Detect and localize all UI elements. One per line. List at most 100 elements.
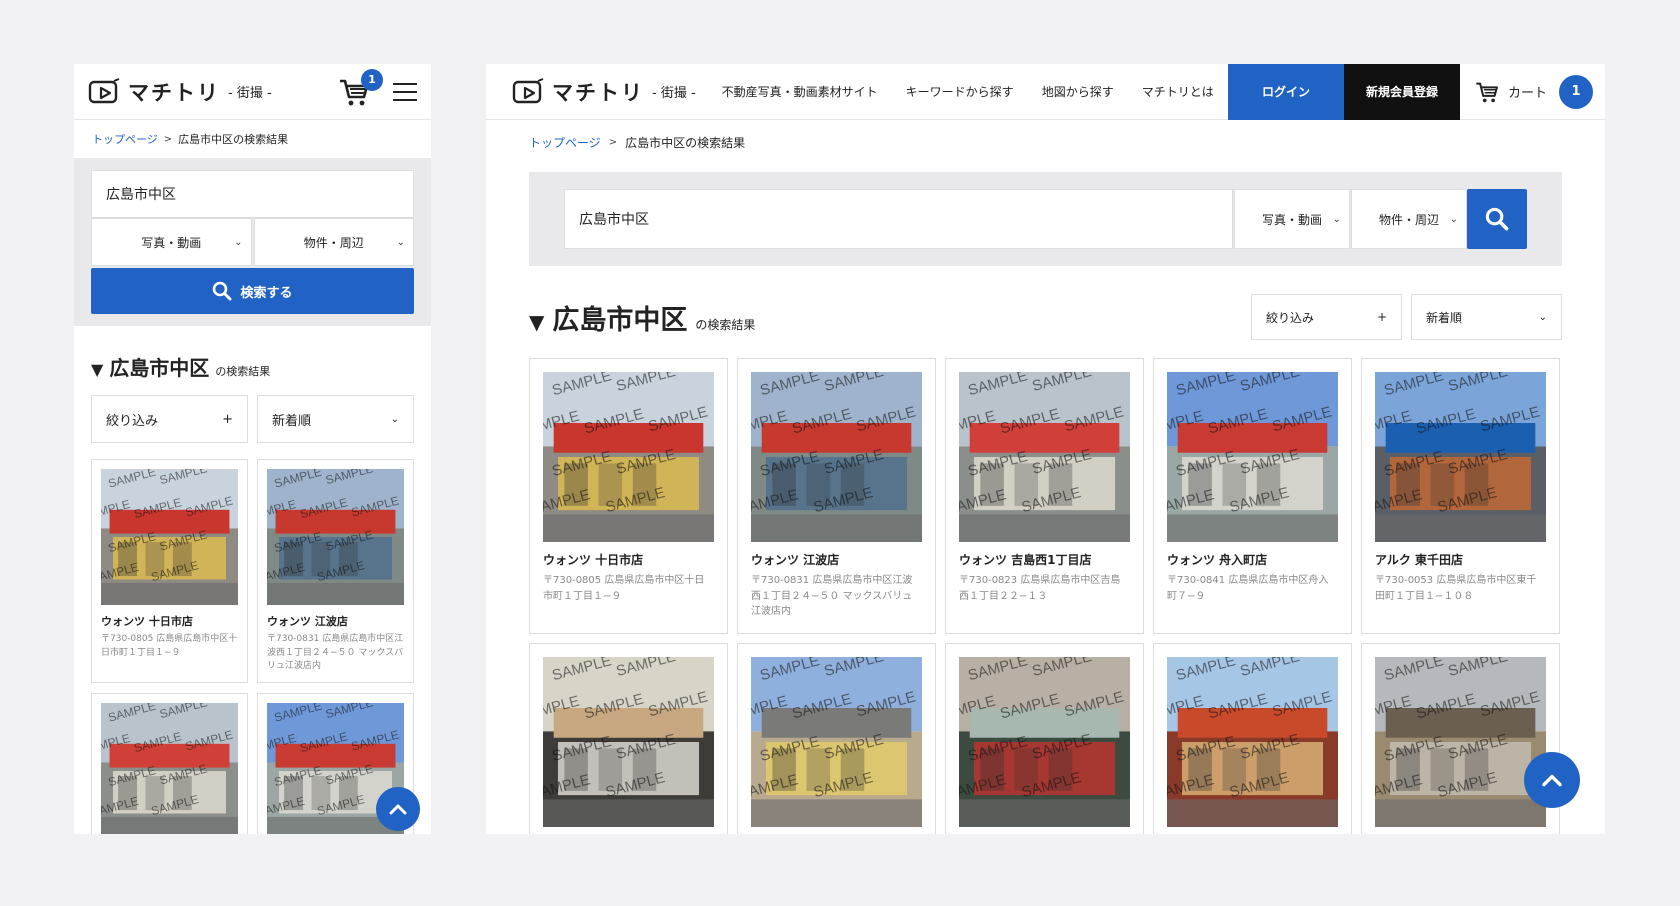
result-thumbnail[interactable]: SAMPLE SAMPLE SAMPLE SAMPLE SAMPLE SAMPLE SAMP…	[101, 469, 238, 605]
result-thumbnail[interactable]: SAMPLE SAMPLE SAMPLE SAMPLE SAMPLE SAMPLE SAMP…	[1167, 372, 1338, 542]
search-icon	[1485, 207, 1509, 231]
breadcrumb: トップページ > 広島市中区の検索結果	[486, 120, 1605, 164]
result-name: ウォンツ 舟入町店	[1167, 553, 1268, 567]
result-thumbnail[interactable]: SAMPLE SAMPLE SAMPLE SAMPLE SAMPLE SAMPLE SAMP…	[543, 657, 714, 827]
sort-select[interactable]: 新着順 ⌄	[1411, 294, 1562, 340]
register-button[interactable]: 新規会員登録	[1343, 64, 1460, 120]
result-thumbnail[interactable]: SAMPLE SAMPLE SAMPLE SAMPLE SAMPLE SAMPLE SAMP…	[959, 372, 1130, 542]
filter-label: 絞り込み	[106, 413, 159, 429]
cart-icon	[1476, 82, 1498, 102]
hamburger-icon[interactable]	[393, 82, 417, 101]
chevron-down-icon: ⌄	[234, 236, 243, 248]
logo-sub: - 街撮 -	[652, 86, 696, 101]
result-card[interactable]: SAMPLE SAMPLE SAMPLE SAMPLE SAMPLE SAMPLE SAMP…	[945, 643, 1144, 834]
result-address: 〒730-0805 広島県広島市中区十日市町１丁目１−９	[101, 634, 238, 658]
chevron-up-icon	[1542, 774, 1562, 787]
chevron-down-icon: ⌄	[1449, 213, 1458, 225]
nav-item-site[interactable]: 不動産写真・動画素材サイト	[708, 83, 892, 100]
result-card[interactable]: SAMPLE SAMPLE SAMPLE SAMPLE SAMPLE SAMPLE SAMP…	[945, 358, 1144, 634]
chevron-right-icon: >	[608, 136, 618, 148]
result-address: 〒730-0823 広島県広島市中区吉島西１丁目２２−１３	[959, 575, 1121, 602]
chevron-down-icon: ⌄	[1538, 311, 1547, 323]
result-thumbnail[interactable]: SAMPLE SAMPLE SAMPLE SAMPLE SAMPLE SAMPLE SAMP…	[959, 657, 1130, 827]
scope-select[interactable]: 物件・周辺 ⌄	[1351, 189, 1467, 249]
plus-icon: +	[1376, 310, 1387, 324]
login-button[interactable]: ログイン	[1227, 64, 1344, 120]
result-card[interactable]: SAMPLE SAMPLE SAMPLE SAMPLE SAMPLE SAMPLE SAMP…	[1361, 643, 1560, 834]
media-type-select-value: 写真・動画	[1261, 212, 1322, 227]
search-panel: 広島市中区 写真・動画 ⌄ 物件・周辺 ⌄ 検索する	[74, 158, 431, 326]
breadcrumb-home-link[interactable]: トップページ	[92, 131, 158, 147]
result-name: アルク 東千田店	[1375, 553, 1464, 567]
breadcrumb-current: 広島市中区の検索結果	[625, 135, 746, 150]
desktop-view: マチトリ - 街撮 - 不動産写真・動画素材サイト キーワードから探す 地図から…	[486, 64, 1605, 834]
chevron-right-icon: >	[163, 133, 173, 145]
result-thumbnail[interactable]: SAMPLE SAMPLE SAMPLE SAMPLE SAMPLE SAMPLE SAMP…	[101, 703, 238, 834]
chevron-down-icon: ⌄	[396, 236, 405, 248]
media-type-select[interactable]: 写真・動画 ⌄	[91, 218, 252, 266]
result-thumbnail[interactable]: SAMPLE SAMPLE SAMPLE SAMPLE SAMPLE SAMPLE SAMP…	[751, 372, 922, 542]
scope-select-value: 物件・周辺	[1378, 212, 1439, 227]
scroll-top-button[interactable]	[1524, 752, 1580, 808]
search-button[interactable]: 検索する	[91, 268, 414, 314]
desktop-header: マチトリ - 街撮 - 不動産写真・動画素材サイト キーワードから探す 地図から…	[486, 64, 1605, 120]
search-icon	[213, 281, 232, 301]
logo[interactable]: マチトリ - 街撮 -	[512, 77, 696, 107]
logo-text: マチトリ	[128, 80, 220, 105]
result-address: 〒730-0053 広島県広島市中区東千田町１丁目１−１０８	[1375, 575, 1537, 602]
nav-item-about[interactable]: マチトリとは	[1128, 83, 1228, 100]
logo-text: マチトリ	[552, 80, 644, 105]
chevron-up-icon	[389, 804, 407, 815]
result-card[interactable]: SAMPLE SAMPLE SAMPLE SAMPLE SAMPLE SAMPLE SAMP…	[91, 459, 248, 683]
result-card[interactable]: SAMPLE SAMPLE SAMPLE SAMPLE SAMPLE SAMPLE SAMP…	[1361, 358, 1560, 634]
search-input[interactable]: 広島市中区	[564, 189, 1233, 249]
search-input[interactable]: 広島市中区	[91, 170, 414, 218]
result-thumbnail[interactable]: SAMPLE SAMPLE SAMPLE SAMPLE SAMPLE SAMPLE SAMP…	[1375, 372, 1546, 542]
result-card[interactable]: SAMPLE SAMPLE SAMPLE SAMPLE SAMPLE SAMPLE SAMP…	[1153, 358, 1352, 634]
cart-count-badge: 1	[361, 68, 383, 91]
result-card[interactable]: SAMPLE SAMPLE SAMPLE SAMPLE SAMPLE SAMPLE SAMP…	[737, 643, 936, 834]
chevron-down-icon: ⌄	[390, 413, 399, 425]
result-card[interactable]: SAMPLE SAMPLE SAMPLE SAMPLE SAMPLE SAMPLE SAMP…	[1153, 643, 1352, 834]
breadcrumb-home-link[interactable]: トップページ	[529, 134, 601, 151]
desktop-result-grid: SAMPLE SAMPLE SAMPLE SAMPLE SAMPLE SAMPLE SAMP…	[486, 358, 1605, 834]
nav-item-map[interactable]: 地図から探す	[1028, 83, 1128, 100]
result-address: 〒730-0805 広島県広島市中区十日市町１丁目１−９	[543, 575, 705, 602]
filter-button[interactable]: 絞り込み +	[91, 395, 248, 443]
result-thumbnail[interactable]: SAMPLE SAMPLE SAMPLE SAMPLE SAMPLE SAMPLE SAMP…	[751, 657, 922, 827]
cart-button[interactable]: 1	[337, 68, 383, 109]
result-card[interactable]: SAMPLE SAMPLE SAMPLE SAMPLE SAMPLE SAMPLE SAMP…	[91, 693, 248, 834]
result-thumbnail[interactable]: SAMPLE SAMPLE SAMPLE SAMPLE SAMPLE SAMPLE SAMP…	[543, 372, 714, 542]
result-name: ウォンツ 十日市店	[101, 615, 193, 628]
result-thumbnail[interactable]: SAMPLE SAMPLE SAMPLE SAMPLE SAMPLE SAMPLE SAMP…	[267, 469, 404, 605]
filter-button[interactable]: 絞り込み +	[1251, 294, 1402, 340]
logo[interactable]: マチトリ - 街撮 -	[88, 77, 272, 107]
result-thumbnail[interactable]: SAMPLE SAMPLE SAMPLE SAMPLE SAMPLE SAMPLE SAMP…	[1167, 657, 1338, 827]
result-query: 広島市中区	[552, 304, 688, 336]
result-title: ▼ 広島市中区 の検索結果	[74, 326, 431, 395]
result-suffix: の検索結果	[695, 317, 756, 332]
cart-button[interactable]: カート 1	[1460, 74, 1605, 109]
sort-select[interactable]: 新着順 ⌄	[257, 395, 414, 443]
mobile-view: マチトリ - 街撮 - 1 トップページ > 広島市中区の検索結果 広島市中区 …	[74, 64, 431, 834]
filter-label: 絞り込み	[1266, 310, 1315, 325]
result-address: 〒730-0841 広島県広島市中区舟入町７−９	[1167, 575, 1329, 602]
result-card[interactable]: SAMPLE SAMPLE SAMPLE SAMPLE SAMPLE SAMPLE SAMP…	[529, 643, 728, 834]
scope-select[interactable]: 物件・周辺 ⌄	[253, 218, 414, 266]
sort-label: 新着順	[272, 413, 312, 429]
result-thumbnail[interactable]: SAMPLE SAMPLE SAMPLE SAMPLE SAMPLE SAMPLE SAMP…	[1375, 657, 1546, 827]
breadcrumb-current: 広島市中区の検索結果	[178, 133, 289, 146]
mobile-header: マチトリ - 街撮 - 1	[74, 64, 431, 120]
scroll-top-button[interactable]	[376, 787, 420, 831]
result-query: 広島市中区	[109, 356, 210, 380]
plus-icon: +	[222, 411, 233, 427]
result-card[interactable]: SAMPLE SAMPLE SAMPLE SAMPLE SAMPLE SAMPLE SAMP…	[529, 358, 728, 634]
media-type-select[interactable]: 写真・動画 ⌄	[1234, 189, 1350, 249]
sort-label: 新着順	[1426, 310, 1463, 325]
nav-item-keyword[interactable]: キーワードから探す	[892, 83, 1028, 100]
triangle-down-icon: ▼	[529, 309, 545, 334]
chevron-down-icon: ⌄	[1332, 213, 1341, 225]
result-card[interactable]: SAMPLE SAMPLE SAMPLE SAMPLE SAMPLE SAMPLE SAMP…	[737, 358, 936, 634]
search-button[interactable]	[1467, 189, 1527, 249]
result-card[interactable]: SAMPLE SAMPLE SAMPLE SAMPLE SAMPLE SAMPLE SAMP…	[257, 459, 414, 683]
